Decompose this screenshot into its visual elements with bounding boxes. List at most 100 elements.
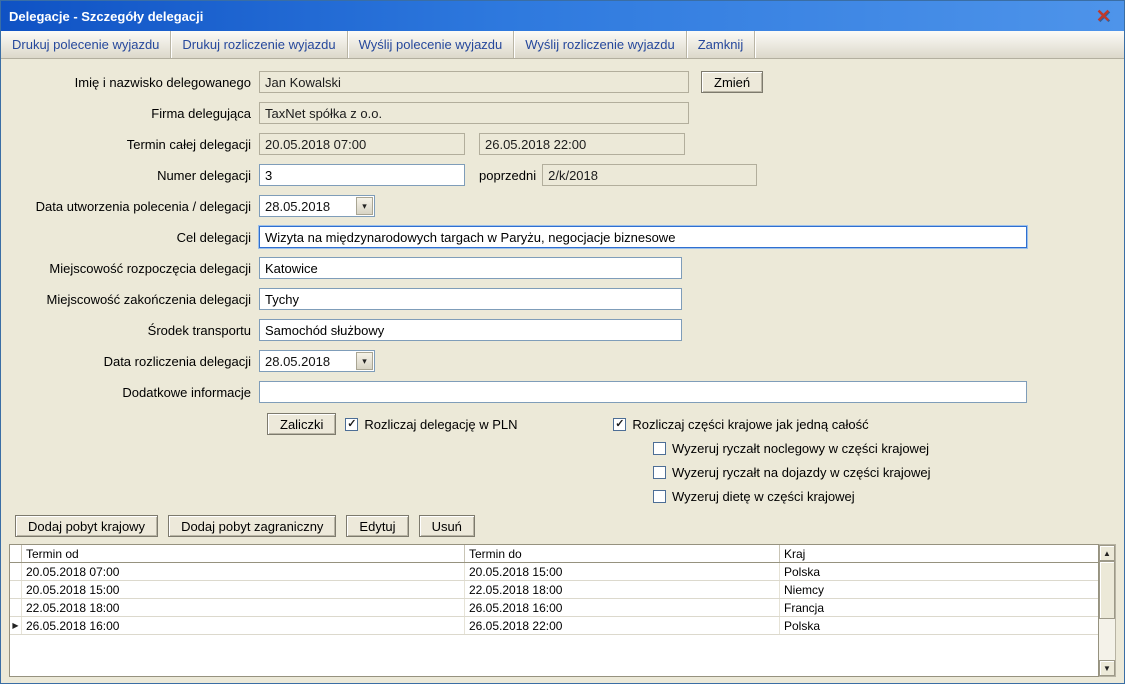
purpose-input[interactable] xyxy=(259,226,1027,248)
checkbox-settle-in-pln[interactable]: ✓ Rozliczaj delegację w PLN xyxy=(345,417,613,432)
form-row-company: Firma delegująca TaxNet spółka z o.o. xyxy=(1,102,1124,124)
stays-grid-area: Termin od Termin do Kraj 20.05.2018 07:0… xyxy=(9,544,1116,677)
checkbox-label: Wyzeruj dietę w części krajowej xyxy=(672,489,855,504)
delegation-number-input[interactable] xyxy=(259,164,465,186)
company-field: TaxNet spółka z o.o. xyxy=(259,102,689,124)
cell-kraj: Francja xyxy=(780,599,1098,616)
settlement-date-value: 28.05.2018 xyxy=(260,354,356,369)
cell-termin-od: 26.05.2018 16:00 xyxy=(22,617,465,634)
scrollbar-thumb[interactable] xyxy=(1099,561,1115,619)
checkbox-label: Wyzeruj ryczałt noclegowy w części krajo… xyxy=(672,441,929,456)
transport-input[interactable] xyxy=(259,319,682,341)
row-indicator xyxy=(10,599,22,616)
checkbox-domestic-as-whole[interactable]: ✓ Rozliczaj części krajowe jak jedną cał… xyxy=(613,417,868,432)
additional-info-input[interactable] xyxy=(259,381,1027,403)
check-icon: ✓ xyxy=(347,419,356,430)
term-label: Termin całej delegacji xyxy=(1,137,251,152)
checkbox-label: Rozliczaj delegację w PLN xyxy=(364,417,517,432)
close-icon[interactable]: ✕ xyxy=(1091,7,1116,25)
form-row-settlement-date: Data rozliczenia delegacji 28.05.2018 ▾ xyxy=(1,350,1124,372)
edit-button[interactable]: Edytuj xyxy=(346,515,408,537)
titlebar: Delegacje - Szczegóły delegacji ✕ xyxy=(1,1,1124,31)
cell-kraj: Niemcy xyxy=(780,581,1098,598)
toolbar-print-order-button[interactable]: Drukuj polecenie wyjazdu xyxy=(1,31,171,58)
chevron-down-icon[interactable]: ▾ xyxy=(356,352,373,370)
checkbox-zero-commute-lump-sum[interactable]: ✓ Wyzeruj ryczałt na dojazdy w części kr… xyxy=(653,465,931,480)
term-from-field: 20.05.2018 07:00 xyxy=(259,133,465,155)
table-row[interactable]: 26.05.2018 16:00 26.05.2018 22:00 Polska xyxy=(10,617,1098,635)
toolbar-print-settlement-button[interactable]: Drukuj rozliczenie wyjazdu xyxy=(171,31,347,58)
options-row: Zaliczki ✓ Rozliczaj delegację w PLN ✓ R… xyxy=(267,412,1124,436)
options-sub-row: ✓ Wyzeruj dietę w części krajowej xyxy=(653,484,1124,508)
cell-termin-do: 22.05.2018 18:00 xyxy=(465,581,780,598)
start-city-input[interactable] xyxy=(259,257,682,279)
form-row-additional-info: Dodatkowe informacje xyxy=(1,381,1124,403)
purpose-label: Cel delegacji xyxy=(1,230,251,245)
settlement-date-select[interactable]: 28.05.2018 ▾ xyxy=(259,350,375,372)
checkbox-icon: ✓ xyxy=(653,442,666,455)
row-indicator xyxy=(10,563,22,580)
check-icon: ✓ xyxy=(615,419,624,430)
cell-termin-do: 26.05.2018 22:00 xyxy=(465,617,780,634)
actions-row: Dodaj pobyt krajowy Dodaj pobyt zagranic… xyxy=(15,515,1124,537)
table-row[interactable]: 22.05.2018 18:00 26.05.2018 16:00 Francj… xyxy=(10,599,1098,617)
cell-kraj: Polska xyxy=(780,563,1098,580)
table-row[interactable]: 20.05.2018 15:00 22.05.2018 18:00 Niemcy xyxy=(10,581,1098,599)
column-header-termin-do: Termin do xyxy=(465,545,780,562)
add-domestic-stay-button[interactable]: Dodaj pobyt krajowy xyxy=(15,515,158,537)
checkbox-zero-diet[interactable]: ✓ Wyzeruj dietę w części krajowej xyxy=(653,489,855,504)
creation-date-select[interactable]: 28.05.2018 ▾ xyxy=(259,195,375,217)
settlement-date-label: Data rozliczenia delegacji xyxy=(1,354,251,369)
column-header-kraj: Kraj xyxy=(780,545,1098,562)
delegation-details-window: Delegacje - Szczegóły delegacji ✕ Drukuj… xyxy=(0,0,1125,684)
number-label: Numer delegacji xyxy=(1,168,251,183)
delegate-name-field: Jan Kowalski xyxy=(259,71,689,93)
stays-grid: Termin od Termin do Kraj 20.05.2018 07:0… xyxy=(9,544,1099,677)
checkbox-icon: ✓ xyxy=(653,490,666,503)
row-indicator xyxy=(10,581,22,598)
cell-kraj: Polska xyxy=(780,617,1098,634)
grid-body: 20.05.2018 07:00 20.05.2018 15:00 Polska… xyxy=(10,563,1098,676)
additional-info-label: Dodatkowe informacje xyxy=(1,385,251,400)
cell-termin-do: 26.05.2018 16:00 xyxy=(465,599,780,616)
form-row-transport: Środek transportu xyxy=(1,319,1124,341)
chevron-down-icon[interactable]: ▾ xyxy=(356,197,373,215)
scroll-down-icon[interactable]: ▼ xyxy=(1099,660,1115,676)
form-row-purpose: Cel delegacji xyxy=(1,226,1124,248)
form-row-creation-date: Data utworzenia polecenia / delegacji 28… xyxy=(1,195,1124,217)
form-row-term: Termin całej delegacji 20.05.2018 07:00 … xyxy=(1,133,1124,155)
vertical-scrollbar[interactable]: ▲ ▼ xyxy=(1099,544,1116,677)
change-delegate-button[interactable]: Zmień xyxy=(701,71,763,93)
advances-button[interactable]: Zaliczki xyxy=(267,413,336,435)
row-indicator xyxy=(10,617,22,634)
checkbox-label: Wyzeruj ryczałt na dojazdy w części kraj… xyxy=(672,465,931,480)
delegation-form: Imię i nazwisko delegowanego Jan Kowalsk… xyxy=(1,59,1124,508)
previous-number-label: poprzedni xyxy=(479,168,536,183)
toolbar-send-order-button[interactable]: Wyślij polecenie wyjazdu xyxy=(348,31,515,58)
previous-number-field: 2/k/2018 xyxy=(542,164,757,186)
toolbar-send-settlement-button[interactable]: Wyślij rozliczenie wyjazdu xyxy=(514,31,686,58)
options-sub-row: ✓ Wyzeruj ryczałt noclegowy w części kra… xyxy=(653,436,1124,460)
transport-label: Środek transportu xyxy=(1,323,251,338)
scroll-up-icon[interactable]: ▲ xyxy=(1099,545,1115,561)
creation-date-value: 28.05.2018 xyxy=(260,199,356,214)
end-city-input[interactable] xyxy=(259,288,682,310)
toolbar-close-button[interactable]: Zamknij xyxy=(687,31,756,58)
window-title: Delegacje - Szczegóły delegacji xyxy=(9,9,1091,24)
delete-button[interactable]: Usuń xyxy=(419,515,475,537)
form-row-end-city: Miejscowość zakończenia delegacji xyxy=(1,288,1124,310)
checkbox-label: Rozliczaj części krajowe jak jedną całoś… xyxy=(632,417,868,432)
checkbox-icon: ✓ xyxy=(613,418,626,431)
scrollbar-track[interactable] xyxy=(1099,561,1115,660)
options-block: Zaliczki ✓ Rozliczaj delegację w PLN ✓ R… xyxy=(267,412,1124,508)
grid-header: Termin od Termin do Kraj xyxy=(10,545,1098,563)
checkbox-zero-lodging-lump-sum[interactable]: ✓ Wyzeruj ryczałt noclegowy w części kra… xyxy=(653,441,929,456)
form-row-delegate: Imię i nazwisko delegowanego Jan Kowalsk… xyxy=(1,71,1124,93)
checkbox-icon: ✓ xyxy=(653,466,666,479)
form-row-start-city: Miejscowość rozpoczęcia delegacji xyxy=(1,257,1124,279)
table-row[interactable]: 20.05.2018 07:00 20.05.2018 15:00 Polska xyxy=(10,563,1098,581)
start-city-label: Miejscowość rozpoczęcia delegacji xyxy=(1,261,251,276)
add-foreign-stay-button[interactable]: Dodaj pobyt zagraniczny xyxy=(168,515,336,537)
cell-termin-od: 22.05.2018 18:00 xyxy=(22,599,465,616)
column-header-termin-od: Termin od xyxy=(22,545,465,562)
